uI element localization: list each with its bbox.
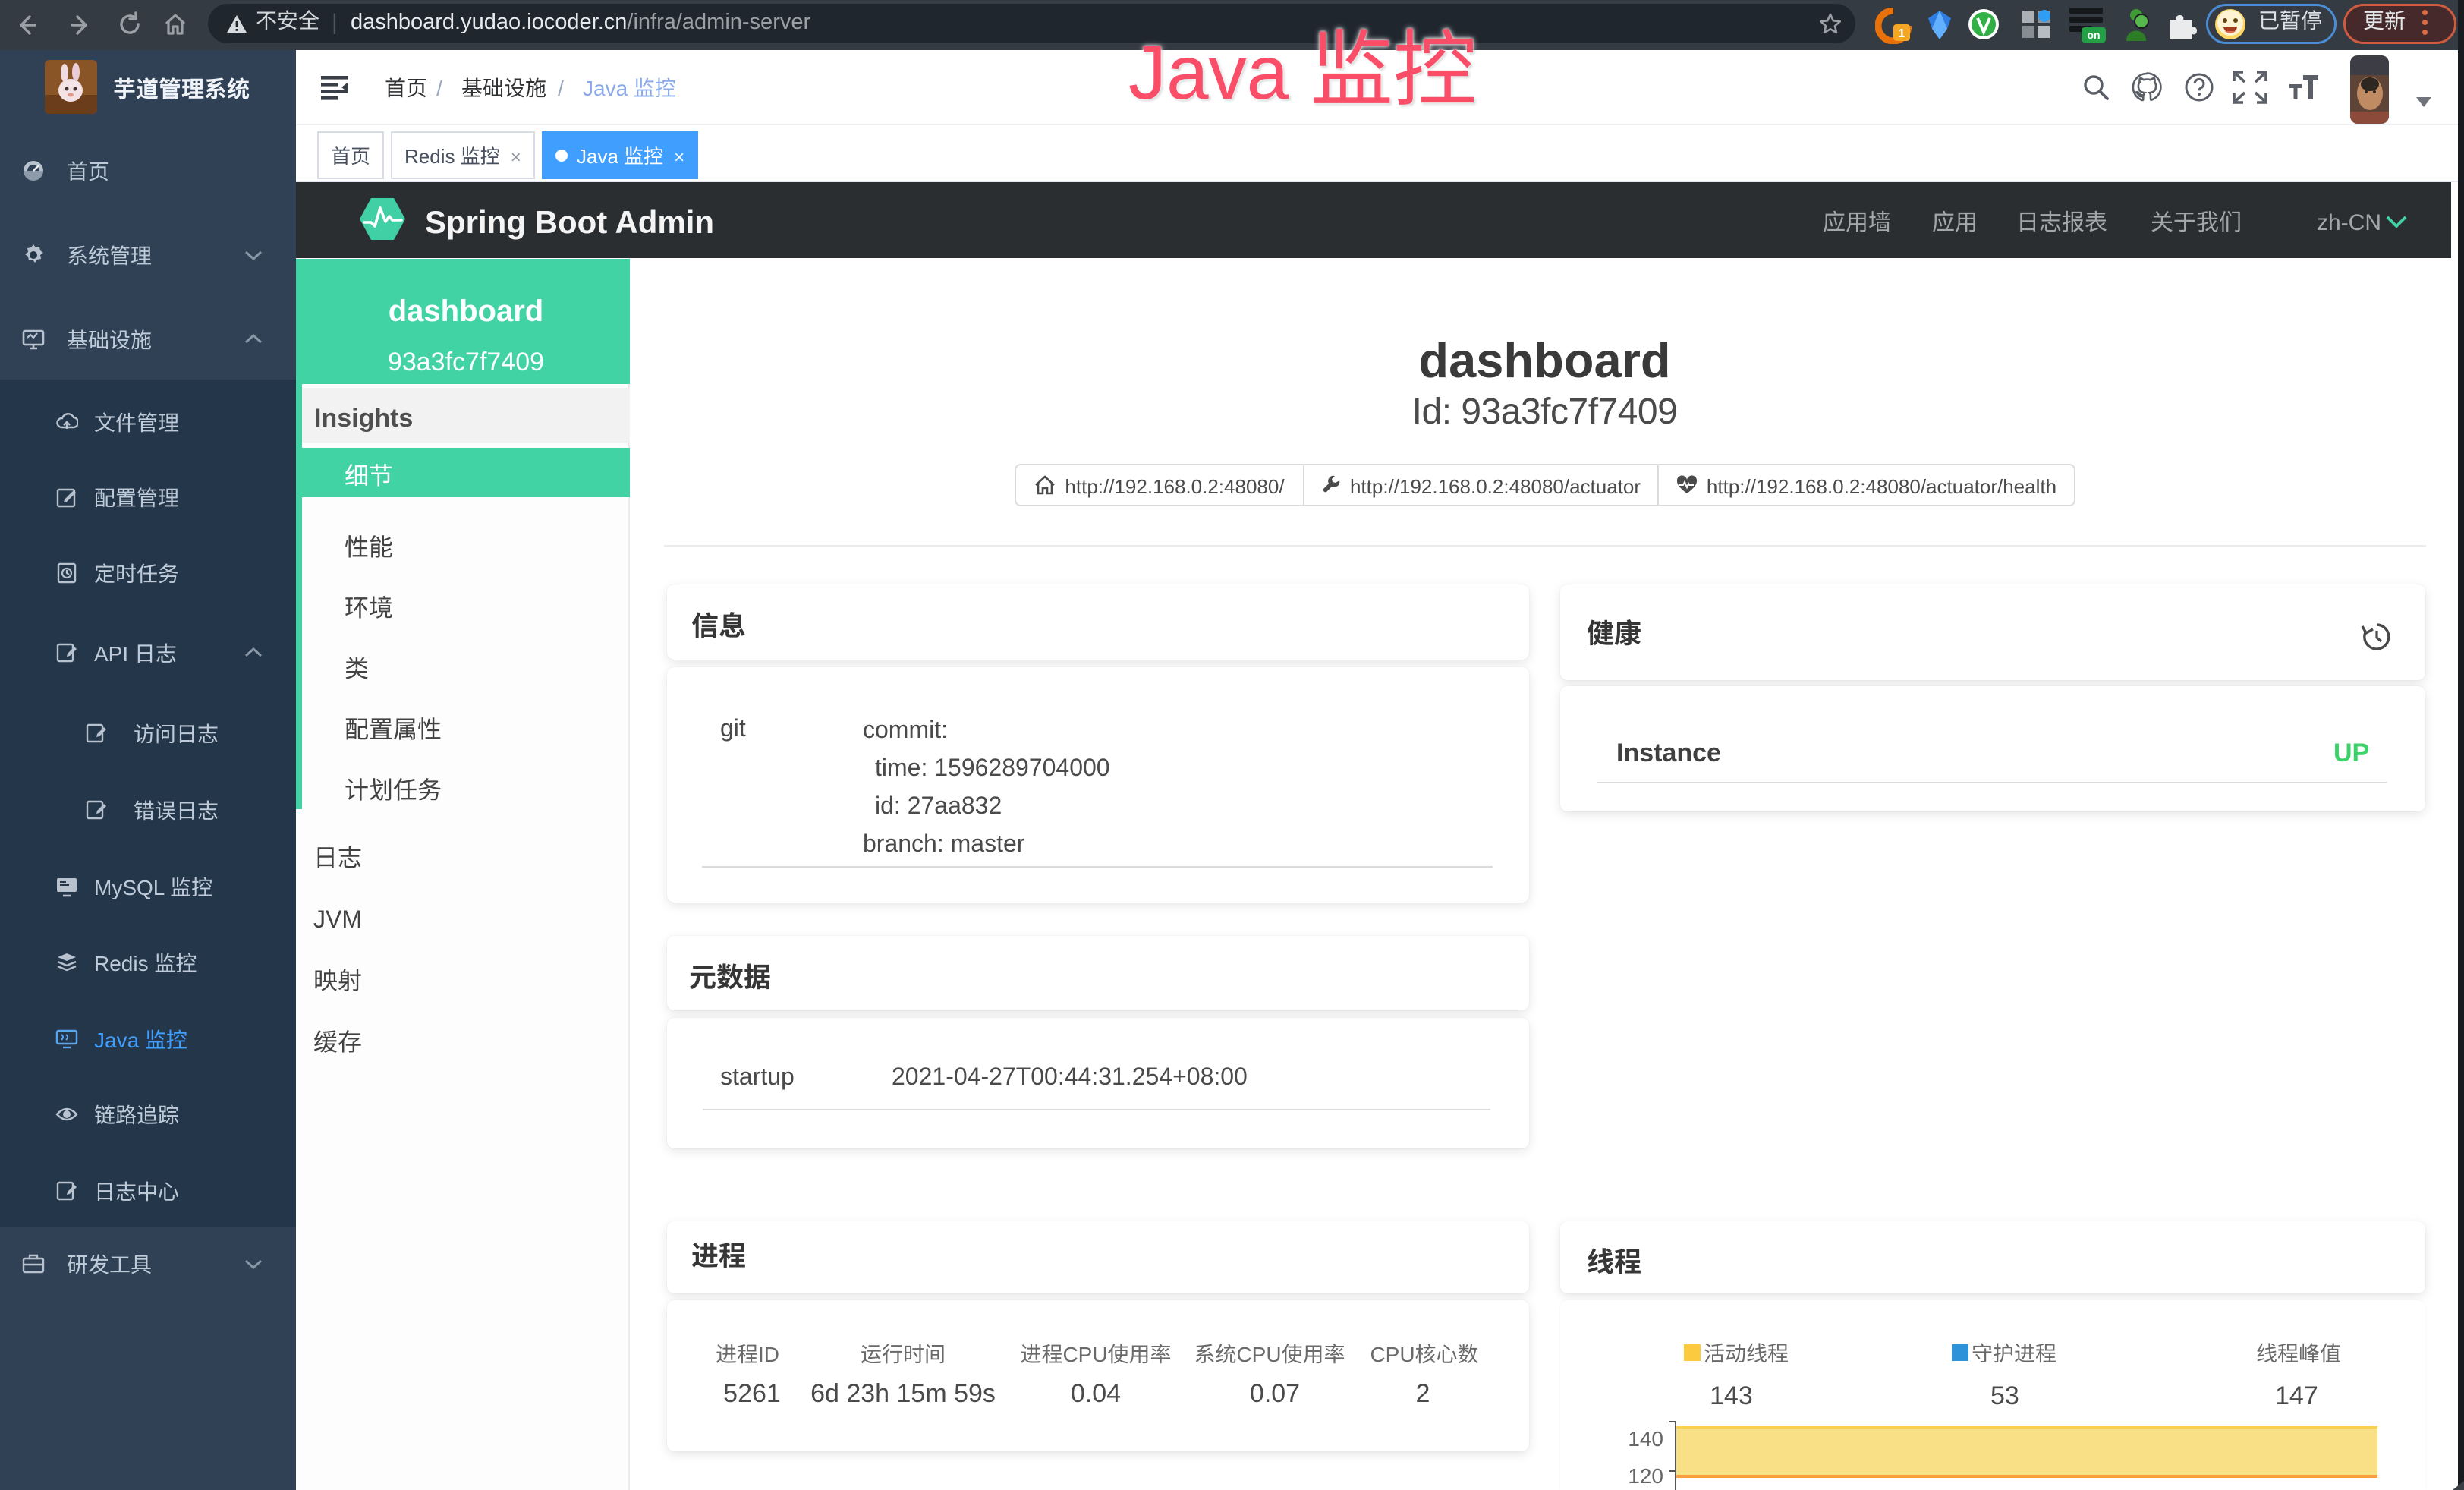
svg-text:1: 1 bbox=[1899, 23, 1905, 41]
svg-text:on: on bbox=[2087, 27, 2100, 43]
